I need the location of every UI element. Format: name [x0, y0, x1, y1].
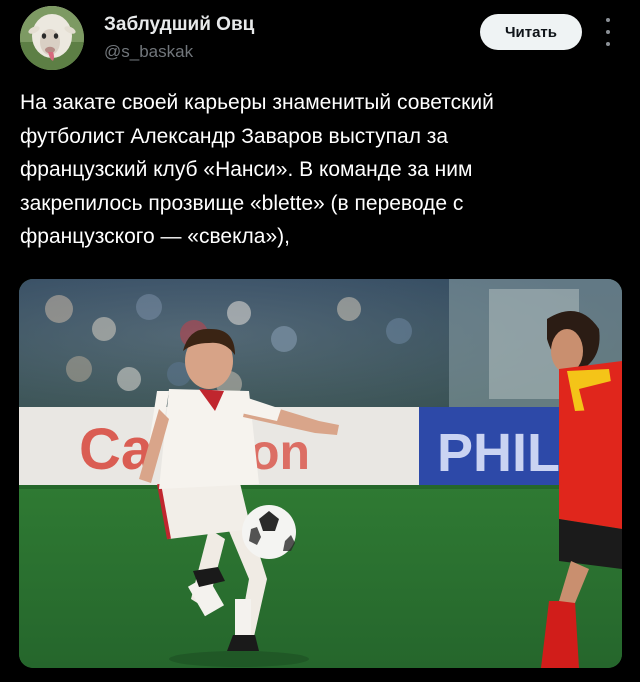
- ad-board-text-middle: on: [249, 424, 310, 480]
- more-dot: [606, 18, 610, 22]
- tweet-photo[interactable]: Ca on PHIL: [19, 279, 622, 668]
- author-display-name[interactable]: Заблудший Овц: [104, 14, 254, 36]
- ad-board-text-right: PHIL: [437, 423, 560, 483]
- tweet-header: Заблудший Овц @s_baskak Читать: [0, 0, 640, 80]
- author-handle[interactable]: @s_baskak: [104, 42, 193, 62]
- author-avatar[interactable]: [20, 6, 84, 70]
- more-vertical-icon[interactable]: [598, 18, 618, 46]
- follow-button[interactable]: Читать: [480, 14, 582, 50]
- sheep-avatar-icon: [20, 6, 84, 70]
- more-dot: [606, 30, 610, 34]
- more-dot: [606, 42, 610, 46]
- football: [242, 505, 296, 559]
- tweet-text: На закате своей карьеры знаменитый совет…: [20, 91, 494, 248]
